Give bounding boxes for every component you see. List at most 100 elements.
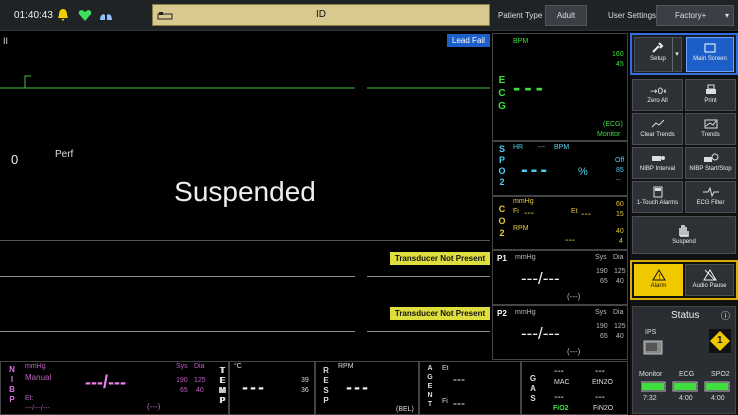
wrench-icon	[652, 42, 664, 53]
ecg-filter-button[interactable]: ECG Filter	[685, 181, 736, 213]
patient-type-button[interactable]: Adult	[545, 5, 587, 26]
zero-all-button[interactable]: →0← Zero All	[632, 79, 683, 111]
waveform-area: II Lead Fail 0 Perf Suspended Transducer…	[0, 32, 490, 360]
spo2-parameter-box[interactable]: SPO2 HR --- BPM Off 85 -- --- %	[492, 141, 628, 196]
temp-parameter-box[interactable]: TEMP °C --- 39 36	[220, 361, 315, 415]
trends-button[interactable]: Trends	[685, 113, 736, 145]
nibp-label: NIBP	[9, 365, 15, 404]
co2-fi-label: Fi	[513, 208, 519, 215]
p2-unit: mmHg	[515, 309, 536, 316]
resp-value: ---	[346, 377, 370, 397]
alarm-label: Alarm	[650, 283, 667, 289]
nibp-parameter-box[interactable]: NIBP mmHg Manual Et: ---/---/--- Sys Dia…	[0, 361, 229, 415]
patient-type-label: Patient Type	[498, 11, 543, 20]
alarm-button[interactable]: ! Alarm	[634, 264, 683, 296]
spo2-off: Off	[615, 157, 625, 164]
status-panel: Status ⓘ IPS 1 Monitor ECG SPO2 7:32 4:0…	[632, 306, 736, 414]
audio-pause-label: Audio Pause	[692, 283, 727, 289]
info-icon[interactable]: ⓘ	[721, 309, 730, 322]
lungs-icon[interactable]	[99, 8, 113, 22]
separator	[0, 240, 490, 241]
co2-parameter-box[interactable]: CO2 mmHg Fi --- Et --- 60 15 RPM --- 40 …	[492, 196, 628, 250]
ecg-label: ECG	[498, 75, 506, 112]
nibp-time: ---/---/---	[25, 405, 50, 412]
heart-icon[interactable]	[78, 8, 92, 22]
gas-etn2o-value: ---	[595, 366, 605, 377]
nibp-start-label: NIBP Start/Stop	[689, 166, 732, 172]
spo2-limit-high: 85	[616, 167, 624, 174]
status-spo2-time: 4:00	[711, 395, 725, 402]
nibp-sys-high: 190	[176, 377, 188, 384]
p1-sys-high: 190	[596, 268, 608, 275]
resp-unit: RPM	[338, 363, 354, 370]
clear-trends-label: Clear Trends	[640, 132, 675, 138]
audio-pause-button[interactable]: Audio Pause	[685, 264, 734, 296]
p2-sys-high: 190	[596, 323, 608, 330]
svg-text:!: !	[658, 273, 661, 281]
status-monitor-time: 7:32	[643, 395, 657, 402]
ecg-lead-label[interactable]: II	[3, 36, 8, 46]
agent-parameter-box[interactable]: AGENT Et --- Fi ---	[419, 361, 521, 415]
resp-parameter-box[interactable]: RESP RPM --- (BEL)	[315, 361, 419, 415]
co2-unit: mmHg	[513, 198, 534, 205]
ecg-filter-label: ECG Filter	[696, 200, 725, 206]
co2-limit-low: 15	[616, 211, 624, 218]
main-screen-button[interactable]: Main Screen	[686, 37, 734, 72]
bed-icon	[157, 12, 173, 20]
nibp-sys-label: Sys	[176, 363, 188, 370]
co2-rpm-value: ---	[565, 235, 575, 246]
p2-sys-label: Sys	[595, 309, 607, 316]
alarm-group: ! Alarm Audio Pause	[630, 260, 738, 300]
gas-parameter-box[interactable]: GAS --- MAC --- EtN2O --- FiO2 --- FiN2O	[521, 361, 628, 415]
p1-parameter-box[interactable]: P1 mmHg Sys Dia 190 65 125 40 ---/--- (-…	[492, 250, 628, 305]
p2-label: P2	[497, 309, 507, 318]
p1-transducer-alert[interactable]: Transducer Not Present	[390, 252, 490, 265]
monitor-device-icon	[643, 340, 663, 355]
bell-icon[interactable]	[56, 8, 70, 22]
suspended-message: Suspended	[174, 176, 316, 207]
user-settings-dropdown[interactable]: Factory+ ▾	[656, 5, 734, 26]
agent-fi-value: ---	[453, 396, 465, 410]
patient-id-field[interactable]: ID	[152, 4, 490, 26]
temp-limit-high: 39	[301, 377, 309, 384]
printer-icon	[705, 84, 716, 94]
clock: 01:40:43	[14, 10, 53, 21]
trends-label: Trends	[701, 132, 720, 138]
spo2-hr-label: HR	[513, 144, 524, 151]
agent-label: AGENT	[427, 365, 433, 408]
lead-fail-alert[interactable]: Lead Fail	[447, 34, 490, 47]
spo2-label: SPO2	[498, 144, 506, 187]
nibp-mean: (---)	[147, 402, 161, 411]
clear-trends-button[interactable]: Clear Trends	[632, 113, 683, 145]
p2-transducer-alert[interactable]: Transducer Not Present	[390, 307, 490, 320]
co2-rpm-limit-high: 40	[616, 228, 624, 235]
trends-icon	[704, 119, 717, 129]
setup-label: Setup	[650, 56, 666, 62]
status-ecg-label: ECG	[679, 371, 695, 378]
nibp-interval-button[interactable]: NIBP Interval	[632, 147, 683, 179]
one-touch-alarms-button[interactable]: 1-Touch Alarms	[632, 181, 683, 213]
gas-etn2o-label: EtN2O	[592, 379, 614, 386]
ecg-parameter-box[interactable]: ECG BPM 160 45 --- (ECG) Monitor	[492, 33, 628, 141]
p2-parameter-box[interactable]: P2 mmHg Sys Dia 190 65 125 40 ---/--- (-…	[492, 305, 628, 360]
ecg-filter-icon	[702, 186, 719, 198]
spo2-percent: %	[578, 166, 588, 178]
ecg-sub-label: Monitor	[597, 131, 621, 138]
ecg-limit-high: 160	[612, 51, 624, 58]
suspend-label: Suspend	[672, 239, 696, 245]
calculator-icon	[653, 186, 662, 198]
status-ips-label: IPS	[645, 329, 657, 336]
temp-side-label: TEMP	[218, 366, 226, 405]
nibp-cuff-icon	[651, 156, 665, 161]
setup-dropdown-icon[interactable]: ▾	[672, 37, 682, 72]
co2-rpm-label: RPM	[513, 225, 529, 232]
p1-dia-label: Dia	[613, 254, 624, 261]
status-ecg-time: 4:00	[679, 395, 693, 402]
ecg-mode: (ECG)	[603, 121, 623, 128]
co2-rpm-limit-low: 4	[619, 238, 623, 245]
nibp-start-stop-button[interactable]: NIBP Start/Stop	[685, 147, 736, 179]
suspend-button[interactable]: Suspend	[632, 216, 736, 254]
hand-icon	[679, 225, 689, 237]
print-button[interactable]: Print	[685, 79, 736, 111]
nibp-mode: Manual	[25, 373, 52, 382]
